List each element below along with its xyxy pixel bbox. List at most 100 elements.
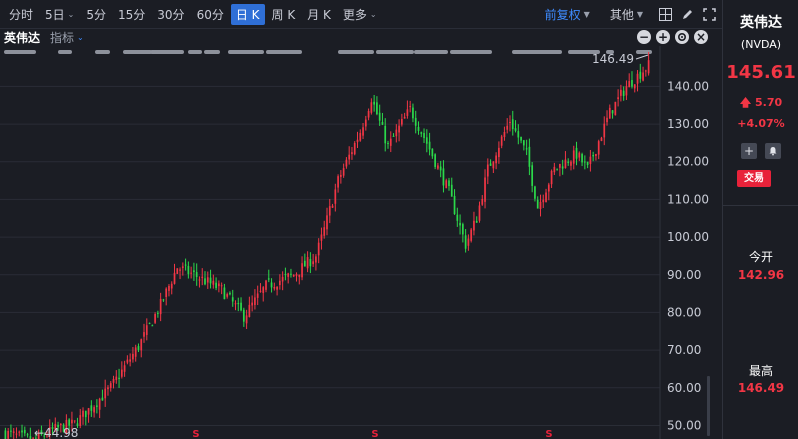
candle-body — [606, 117, 608, 123]
period-tab-8[interactable]: 月 K — [302, 4, 336, 25]
candle-body — [104, 388, 107, 399]
candle-body — [337, 176, 339, 188]
candle-body — [137, 346, 140, 350]
zoom-out-icon[interactable]: − — [637, 30, 651, 44]
period-tab-1[interactable]: 5日 ⌄ — [40, 4, 79, 25]
grid-icon[interactable] — [658, 7, 672, 21]
candle-body — [417, 126, 420, 131]
candle-body — [484, 177, 486, 202]
candle-body — [201, 276, 204, 279]
bell-alert-icon[interactable] — [765, 143, 781, 159]
candle-body — [348, 154, 351, 160]
candle-body — [464, 235, 467, 249]
candle-body — [495, 155, 497, 164]
candle-body — [326, 215, 328, 230]
candle-body — [586, 161, 589, 166]
candle-body — [439, 166, 442, 171]
period-tab-5[interactable]: 60分 — [192, 4, 229, 25]
candle-body — [254, 297, 256, 305]
candle-body — [420, 132, 423, 134]
period-tab-0[interactable]: 分时 — [4, 4, 38, 25]
indicator-label: 指标 — [50, 30, 75, 45]
period-tab-label: 5日 — [45, 7, 65, 22]
period-tab-4[interactable]: 30分 — [152, 4, 189, 25]
period-tab-6[interactable]: 日 K — [230, 3, 265, 25]
pen-icon[interactable] — [680, 7, 694, 21]
candle-body — [636, 73, 639, 84]
quote-change-pct: +4.07% — [737, 117, 785, 130]
candle-body — [522, 140, 525, 146]
quote-price: 145.61 — [726, 62, 796, 83]
candlestick-chart[interactable]: 50.00 60.00 70.00 80.00 90.00 100.00 110.00 120… — [0, 46, 712, 439]
candle-body — [644, 70, 647, 72]
indicator-dropdown[interactable]: 指标 ⌄ — [50, 29, 84, 46]
candle-body — [79, 415, 82, 426]
period-tab-2[interactable]: 5分 — [81, 4, 111, 25]
candle-body — [364, 119, 367, 127]
candle-body — [412, 107, 414, 119]
trade-button[interactable]: 交易 — [737, 170, 771, 187]
candle-body — [492, 161, 495, 169]
split-marker: S — [545, 429, 552, 439]
high-value: 146.49 — [737, 381, 785, 395]
close-icon[interactable]: × — [694, 30, 708, 44]
candle-body — [148, 322, 151, 324]
candle-body — [181, 266, 184, 268]
candle-body — [453, 195, 456, 215]
max-price-label: 146.49 — [592, 52, 634, 66]
fullscreen-icon[interactable] — [702, 7, 716, 21]
candle-body — [123, 365, 126, 372]
candle-body — [204, 278, 206, 285]
candle-body — [334, 189, 337, 204]
candle-body — [284, 274, 287, 276]
period-tab-7[interactable]: 周 K — [267, 4, 301, 25]
period-tabs: 分时 5日 ⌄ 5分 15分 30分 60分日 K周 K月 K 更多 ⌄ — [0, 0, 384, 28]
y-tick-label: 110.00 — [667, 192, 709, 206]
period-tab-label: 60分 — [196, 7, 224, 22]
price-adjust-label: 前复权 — [544, 7, 581, 22]
candle-body — [245, 315, 248, 324]
candle-body — [229, 292, 231, 295]
period-tab-9[interactable]: 更多 ⌄ — [338, 4, 382, 25]
candle-body — [378, 112, 381, 121]
candle-body — [218, 283, 220, 287]
y-tick-label: 100.00 — [667, 230, 709, 244]
candle-body — [82, 410, 84, 417]
candle-body — [425, 137, 428, 144]
price-adjust-dropdown[interactable]: 前复权 ▼ — [540, 4, 595, 25]
candle-body — [96, 405, 98, 407]
candle-body — [498, 147, 500, 158]
candle-body — [473, 220, 475, 231]
candle-body — [10, 430, 12, 432]
candle-body — [503, 131, 506, 138]
period-tab-label: 月 K — [307, 7, 331, 22]
candle-body — [370, 102, 373, 113]
candle-body — [7, 430, 10, 439]
candle-body — [622, 90, 625, 97]
candle-body — [118, 377, 120, 379]
candle-body — [389, 138, 392, 146]
chart-legend-bar: 英伟达 指标 ⌄ − + × — [0, 28, 712, 46]
candle-body — [445, 180, 448, 189]
candle-body — [489, 163, 492, 166]
other-dropdown[interactable]: 其他 ▼ — [605, 4, 648, 25]
candle-body — [362, 127, 364, 136]
y-tick-label: 90.00 — [667, 268, 701, 282]
candle-body — [220, 285, 223, 287]
candle-body — [234, 303, 237, 305]
candle-body — [237, 302, 240, 305]
add-watchlist-icon[interactable]: + — [741, 143, 757, 159]
candle-body — [384, 125, 387, 144]
candle-body — [542, 199, 545, 203]
settings-gear-icon[interactable] — [675, 30, 689, 44]
chevron-down-icon: ⌄ — [67, 9, 75, 19]
candle-body — [187, 265, 190, 275]
candle-body — [309, 259, 312, 267]
period-tab-3[interactable]: 15分 — [113, 4, 150, 25]
candle-body — [154, 313, 156, 323]
zoom-in-icon[interactable]: + — [656, 30, 670, 44]
candle-body — [126, 359, 129, 363]
scrollbar-thumb — [707, 376, 710, 436]
candle-body — [486, 164, 489, 177]
candle-body — [511, 119, 514, 130]
